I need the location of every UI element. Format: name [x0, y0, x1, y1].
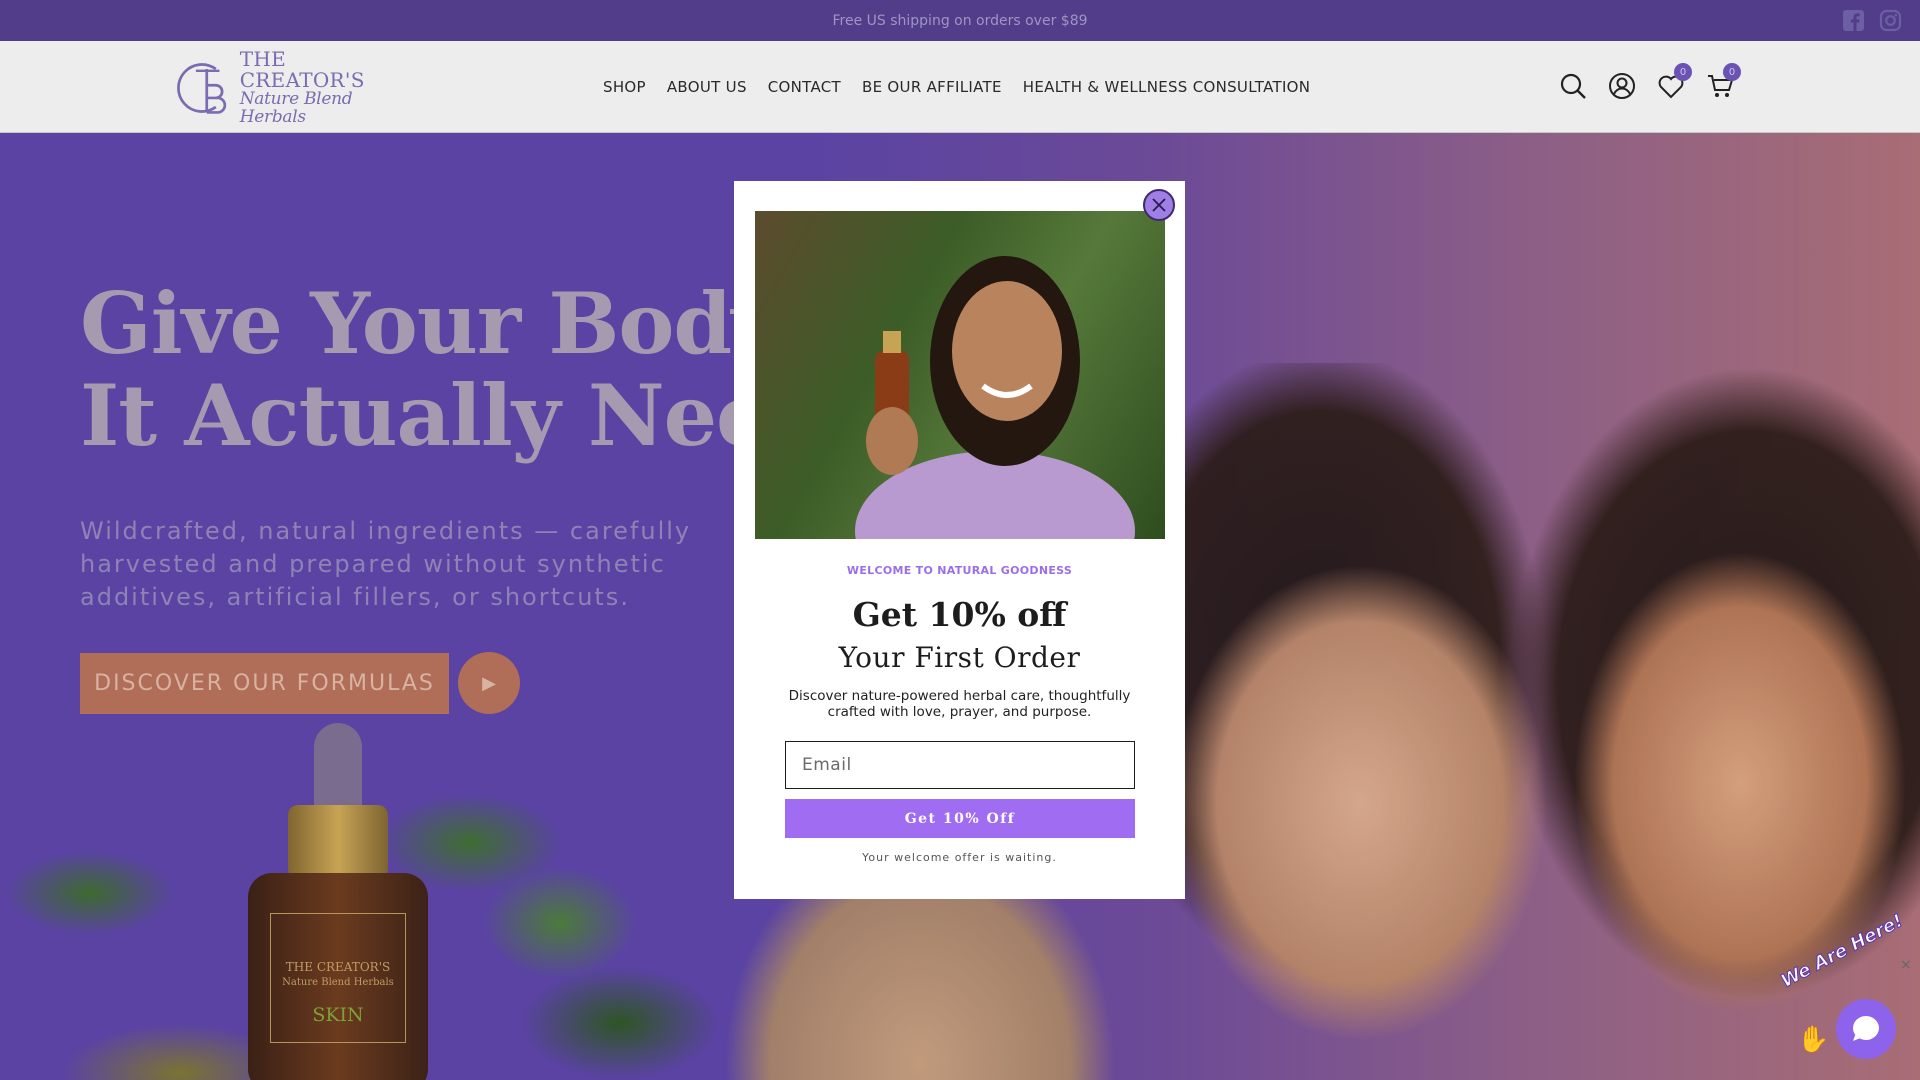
instagram-icon[interactable]: [1879, 9, 1902, 32]
logo-monogram-icon: [177, 63, 227, 114]
discover-formulas-button[interactable]: DISCOVER OUR FORMULAS: [80, 653, 449, 714]
brand-logo[interactable]: THE CREATOR'S Nature Blend Herbals: [176, 49, 406, 126]
wishlist-icon[interactable]: 0: [1656, 63, 1692, 101]
bottle-name: SKIN: [312, 1003, 364, 1026]
popup-footnote: Your welcome offer is waiting.: [862, 851, 1057, 864]
popup-description: Discover nature-powered herbal care, tho…: [788, 688, 1131, 720]
announcement-bar: Free US shipping on orders over $89: [0, 0, 1920, 41]
email-field[interactable]: [785, 741, 1135, 789]
nav-contact[interactable]: CONTACT: [768, 78, 841, 96]
chat-icon: [1853, 1016, 1879, 1041]
nav-health-wellness-consultation[interactable]: HEALTH & WELLNESS CONSULTATION: [1023, 78, 1311, 96]
popup-eyebrow: WELCOME TO NATURAL GOODNESS: [846, 564, 1073, 577]
popup-subheadline: Your First Order: [838, 641, 1081, 674]
chat-launcher-button[interactable]: [1836, 999, 1896, 1059]
nav-be-our-affiliate[interactable]: BE OUR AFFILIATE: [862, 78, 1002, 96]
play-video-button[interactable]: ▶: [458, 652, 520, 714]
announcement-text: Free US shipping on orders over $89: [832, 12, 1088, 29]
search-icon[interactable]: [1558, 71, 1588, 101]
close-icon: [1152, 198, 1166, 212]
cart-count-badge: 0: [1723, 63, 1741, 81]
logo-line-2: Nature Blend Herbals: [239, 89, 353, 127]
play-icon: ▶: [482, 672, 496, 694]
discount-popup: WELCOME TO NATURAL GOODNESS Get 10% off …: [734, 181, 1185, 899]
nav-shop[interactable]: SHOP: [603, 78, 646, 96]
waving-hand-icon: ✋: [1797, 1025, 1830, 1055]
bottle-brand: THE CREATOR'S: [285, 960, 391, 974]
facebook-icon[interactable]: [1842, 9, 1865, 32]
logo-line-1: THE CREATOR'S: [239, 47, 365, 93]
hero-subtitle: Wildcrafted, natural ingredients — caref…: [80, 517, 692, 611]
cart-icon[interactable]: 0: [1705, 63, 1741, 101]
nav-about-us[interactable]: ABOUT US: [667, 78, 747, 96]
popup-model-image: [755, 211, 1165, 539]
main-nav: SHOP ABOUT US CONTACT BE OUR AFFILIATE H…: [603, 41, 1310, 133]
get-discount-button[interactable]: Get 10% Off: [785, 799, 1135, 838]
account-icon[interactable]: [1607, 71, 1637, 101]
popup-close-button[interactable]: [1143, 189, 1175, 221]
hero-product-bottle-image: THE CREATOR'S Nature Blend Herbals SKIN: [248, 723, 428, 1080]
wishlist-count-badge: 0: [1674, 63, 1692, 81]
bottle-sub: Nature Blend Herbals: [282, 976, 394, 988]
popup-headline: Get 10% off: [852, 595, 1067, 634]
header-icons: 0 0: [1558, 63, 1741, 101]
site-header: THE CREATOR'S Nature Blend Herbals SHOP …: [0, 41, 1920, 133]
social-links: [1842, 9, 1902, 32]
